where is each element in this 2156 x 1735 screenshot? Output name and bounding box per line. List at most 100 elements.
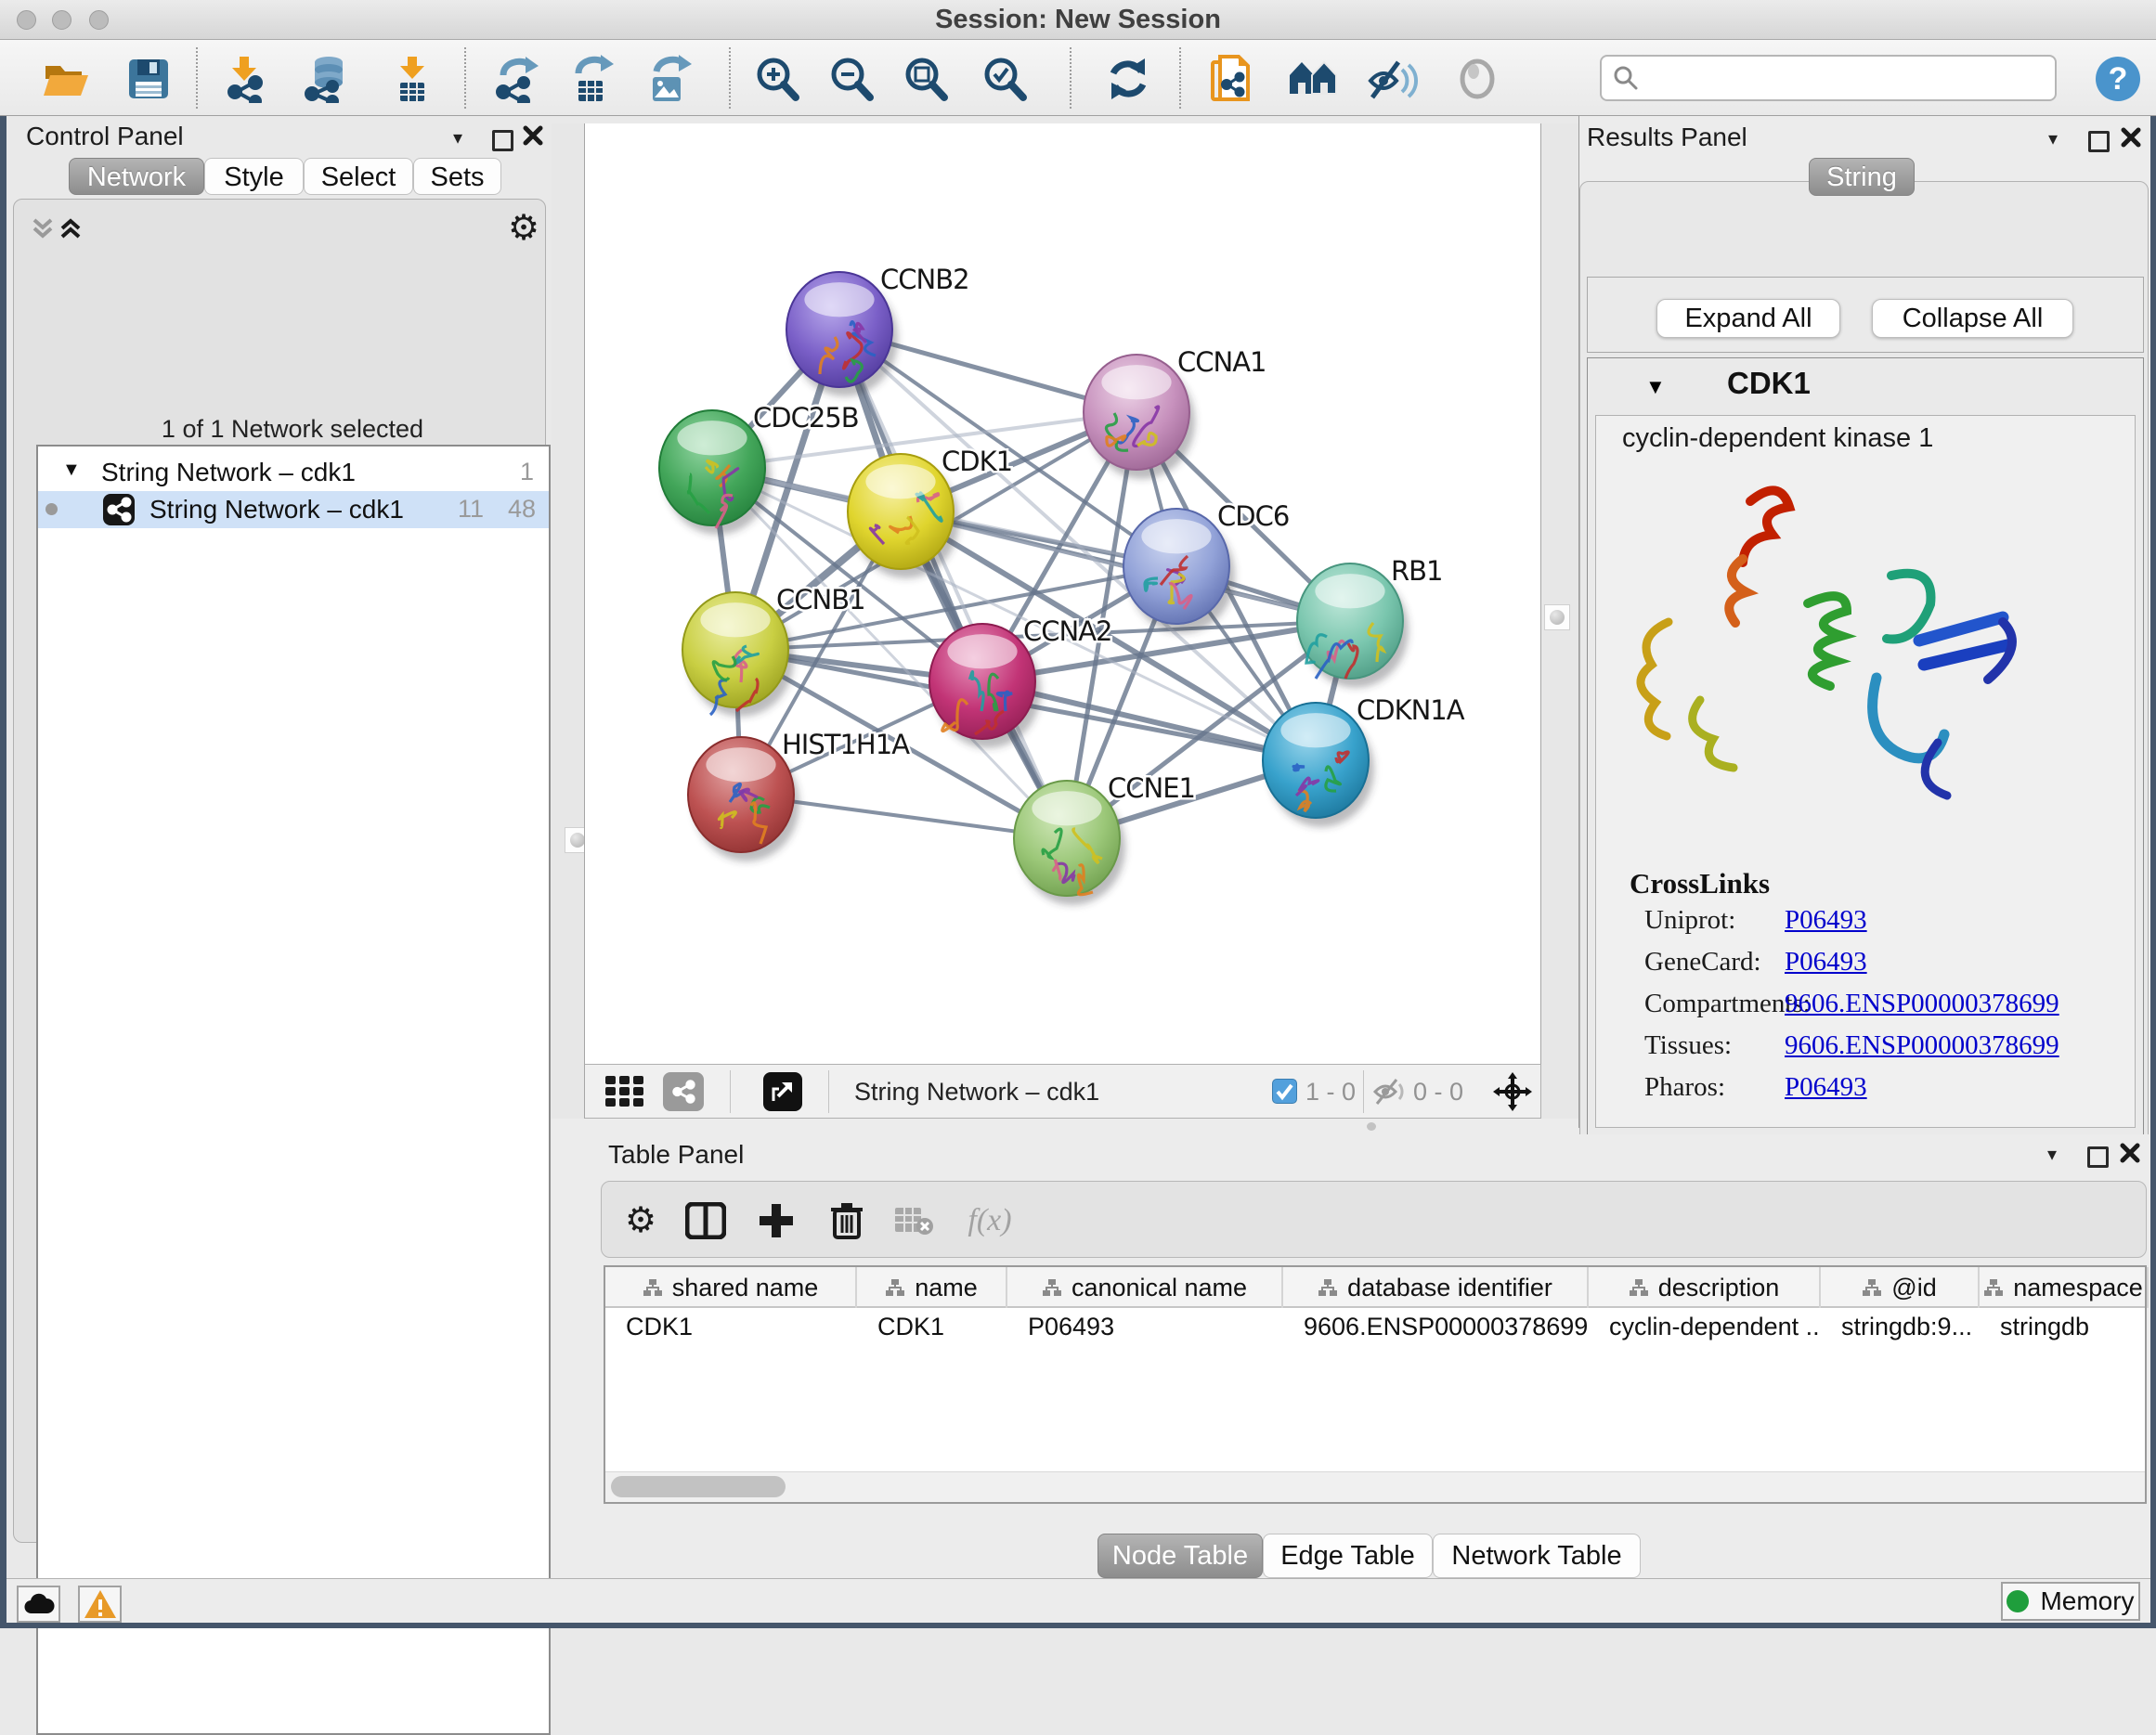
delete-column-button[interactable] (821, 1195, 873, 1247)
collapse-all-button[interactable]: Collapse All (1872, 299, 2073, 338)
table-horizontal-scrollbar[interactable] (605, 1471, 2145, 1502)
control-panel-menu-caret[interactable]: ▾ (453, 126, 462, 149)
memory-button[interactable]: Memory (2001, 1582, 2140, 1621)
table-panel-menu-caret[interactable]: ▾ (2047, 1143, 2057, 1166)
node-CCNB1[interactable]: CCNB1 (682, 584, 865, 717)
node-table[interactable]: shared name name canonical namedatabase id… (604, 1265, 2147, 1504)
open-view-externally-button[interactable] (763, 1072, 802, 1111)
table-panel-close-button[interactable] (2119, 1142, 2141, 1164)
collection-disclosure-icon[interactable]: ▼ (62, 460, 81, 481)
column-header-shared-name[interactable]: shared name (605, 1267, 857, 1308)
toolbar-separator (730, 1070, 731, 1113)
import-table-button[interactable] (385, 53, 437, 105)
eye-disabled-icon (1453, 55, 1501, 103)
node-CCNA1[interactable]: CCNA1 (1084, 346, 1266, 479)
tab-edge-table[interactable]: Edge Table (1263, 1534, 1433, 1578)
column-header-database-identifier[interactable]: database identifier (1283, 1267, 1589, 1308)
node-CCNB2[interactable]: CCNB2 (786, 264, 969, 396)
table-panel-float-button[interactable] (2087, 1146, 2109, 1168)
column-header--id[interactable]: @id (1821, 1267, 1980, 1308)
network-options-gear-icon[interactable]: ⚙ (508, 211, 539, 246)
tab-network[interactable]: Network (69, 158, 204, 195)
collapse-all-networks-icon[interactable] (29, 214, 57, 242)
desktop-edge (0, 1623, 2156, 1628)
control-panel-float-button[interactable] (492, 130, 513, 151)
expand-all-networks-icon[interactable] (57, 214, 84, 242)
tab-network-table[interactable]: Network Table (1433, 1534, 1641, 1578)
cloud-status-button[interactable] (17, 1586, 60, 1623)
splitter-collapse-handle[interactable] (1544, 604, 1570, 630)
crosslink-link[interactable]: 9606.ENSP00000378699 (1785, 1030, 2059, 1061)
zoom-fit-button[interactable] (900, 53, 952, 105)
create-column-button[interactable] (750, 1195, 802, 1247)
warnings-button[interactable] (78, 1586, 122, 1623)
node-RB1[interactable]: RB1 (1297, 555, 1443, 688)
results-panel-menu-caret[interactable]: ▾ (2048, 127, 2058, 150)
node-CDK1[interactable]: CDK1 (848, 446, 1012, 578)
network-collection-row[interactable]: ▼ String Network – cdk1 1 (38, 454, 549, 491)
table-cell[interactable]: CDK1 (857, 1308, 1007, 1345)
show-columns-button[interactable] (680, 1195, 732, 1247)
import-network-from-database-button[interactable] (301, 53, 353, 105)
birds-eye-view-button[interactable] (605, 1076, 646, 1107)
table-cell[interactable]: CDK1 (605, 1308, 857, 1345)
column-header-name[interactable]: name (857, 1267, 1007, 1308)
table-row[interactable]: CDK1CDK1P064939606.ENSP00000378699cyclin… (605, 1308, 2145, 1345)
move-crosshair-icon (1493, 1072, 1532, 1111)
tab-sets[interactable]: Sets (413, 158, 501, 195)
network-row-selected[interactable]: String Network – cdk1 11 48 (38, 491, 549, 528)
node-CDKN1A[interactable]: CDKN1A (1263, 694, 1465, 827)
column-header-namespace[interactable]: namespace (1980, 1267, 2149, 1308)
export-table-button[interactable] (565, 53, 617, 105)
crosslink-link[interactable]: 9606.ENSP00000378699 (1785, 989, 2059, 1019)
crosslink-link[interactable]: P06493 (1785, 1072, 1867, 1103)
gene-disclosure-icon[interactable]: ▼ (1645, 375, 1666, 399)
crosslink-link[interactable]: P06493 (1785, 905, 1867, 936)
expand-all-button[interactable]: Expand All (1656, 299, 1840, 338)
zoom-selected-button[interactable] (979, 53, 1031, 105)
search-input[interactable] (1646, 63, 2040, 94)
results-panel-float-button[interactable] (2088, 131, 2110, 152)
show-all-button[interactable] (1451, 53, 1503, 105)
export-network-button[interactable] (490, 53, 542, 105)
table-cell[interactable]: stringdb (1980, 1308, 2149, 1345)
node-CCNE1[interactable]: CCNE1 (1014, 772, 1195, 905)
network-overview-toggle[interactable] (663, 1072, 704, 1111)
column-header-label: name (915, 1274, 978, 1302)
network-view-toolbar: String Network – cdk1 1 - 0 0 - 0 (584, 1064, 1541, 1119)
zoom-out-button[interactable] (825, 53, 877, 105)
node-HIST1H1A[interactable]: HIST1H1A (688, 729, 910, 861)
table-cell[interactable]: 9606.ENSP00000378699 (1283, 1308, 1589, 1345)
network-canvas[interactable]: CCNB2CCNA1CDC25BCDK1CDC6RB1CCNB1CCNA2CDK… (584, 123, 1541, 1064)
table-cell[interactable]: P06493 (1007, 1308, 1283, 1345)
tab-string[interactable]: String (1809, 158, 1915, 196)
import-network-button[interactable] (218, 53, 270, 105)
open-session-button[interactable] (40, 53, 92, 105)
help-button[interactable]: ? (2092, 53, 2144, 105)
hide-selected-button[interactable] (1367, 53, 1419, 105)
crosslink-link[interactable]: P06493 (1785, 947, 1867, 978)
vertical-splitter-right[interactable] (1541, 123, 1578, 1128)
refresh-button[interactable] (1102, 53, 1154, 105)
table-cell[interactable]: stringdb:9... (1821, 1308, 1980, 1345)
open-in-cytoscape-web-button[interactable] (1205, 53, 1257, 105)
tab-style[interactable]: Style (204, 158, 304, 195)
scrollbar-thumb[interactable] (611, 1476, 786, 1497)
zoom-in-button[interactable] (751, 53, 803, 105)
search-box[interactable] (1600, 55, 2057, 101)
selected-checkbox[interactable] (1272, 1079, 1297, 1104)
tab-select[interactable]: Select (304, 158, 413, 195)
table-options-gear-icon[interactable]: ⚙ (615, 1195, 667, 1247)
control-panel-close-button[interactable] (522, 124, 544, 147)
tab-node-table[interactable]: Node Table (1097, 1534, 1263, 1578)
table-cell[interactable]: cyclin-dependent ... (1589, 1308, 1821, 1345)
node-CDC6[interactable]: CDC6 (1123, 500, 1289, 633)
pan-mode-button[interactable] (1493, 1072, 1532, 1111)
column-header-canonical-name[interactable]: canonical name (1007, 1267, 1283, 1308)
column-header-description[interactable]: description (1589, 1267, 1821, 1308)
results-panel-close-button[interactable] (2120, 126, 2142, 149)
save-session-button[interactable] (123, 53, 175, 105)
export-image-button[interactable] (642, 53, 694, 105)
crosslink-label: GeneCard: (1644, 947, 1761, 977)
first-neighbors-button[interactable] (1288, 53, 1340, 105)
